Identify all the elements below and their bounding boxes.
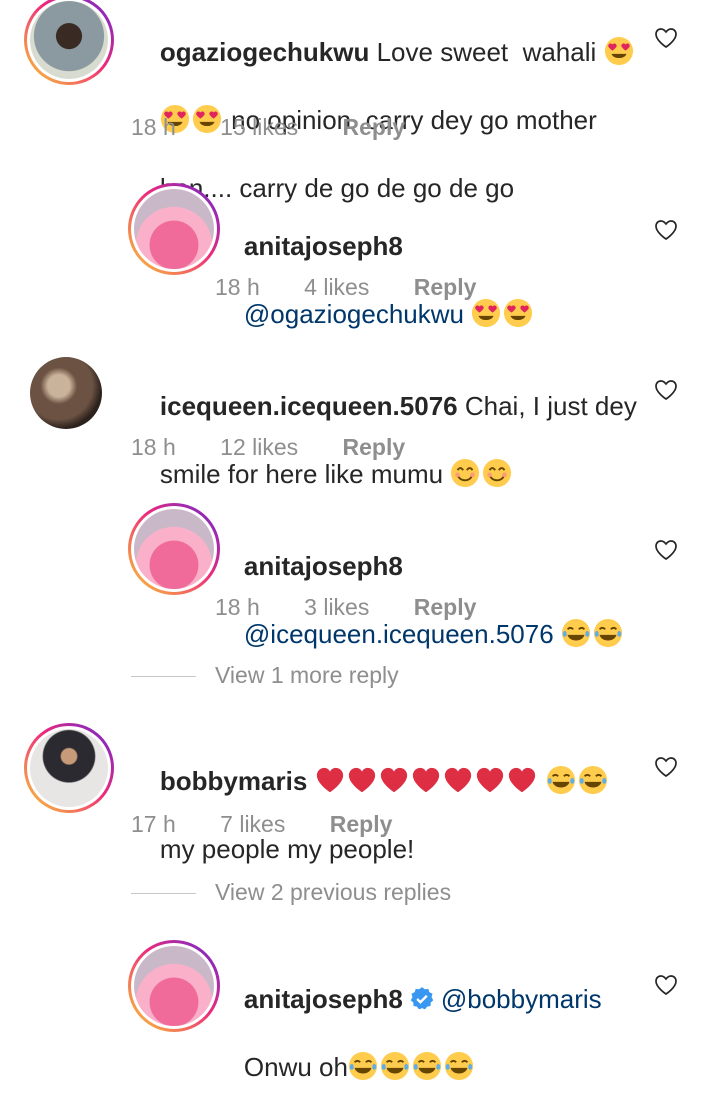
likes-count[interactable]: 15 likes — [220, 114, 298, 140]
heart-eyes-emoji — [471, 298, 501, 328]
reply-button[interactable]: Reply — [414, 594, 477, 620]
avatar[interactable] — [24, 0, 114, 85]
tears-of-joy-emoji — [561, 618, 591, 648]
comment-meta: 18 h 12 likes Reply — [131, 434, 443, 461]
likes-count[interactable]: 3 likes — [304, 594, 369, 620]
mention-link[interactable]: @bobbymaris — [441, 984, 602, 1014]
comment-meta: 18 h 3 likes Reply — [215, 594, 514, 621]
username[interactable]: ogaziogechukwu — [160, 37, 369, 67]
heart-outline-icon[interactable] — [654, 756, 678, 778]
timestamp: 18 h — [131, 114, 176, 140]
red-heart-emoji — [379, 765, 409, 795]
comment-meta: 17 h 7 likes Reply — [131, 811, 430, 838]
likes-count[interactable]: 7 likes — [220, 811, 285, 837]
avatar[interactable] — [128, 503, 220, 595]
avatar[interactable] — [128, 940, 220, 1032]
heart-outline-icon[interactable] — [654, 27, 678, 49]
heart-outline-icon[interactable] — [654, 974, 678, 996]
tears-of-joy-emoji — [578, 765, 608, 795]
tears-of-joy-emoji — [412, 1051, 442, 1081]
avatar[interactable] — [128, 183, 220, 275]
tears-of-joy-emoji — [348, 1051, 378, 1081]
verified-badge-icon — [410, 987, 434, 1010]
red-heart-emoji — [411, 765, 441, 795]
comment-meta: 18 h 4 likes Reply — [215, 274, 514, 301]
tears-of-joy-emoji — [593, 618, 623, 648]
divider-line — [131, 893, 196, 895]
red-heart-emoji — [507, 765, 537, 795]
timestamp: 18 h — [215, 594, 260, 620]
heart-outline-icon[interactable] — [654, 219, 678, 241]
red-heart-emoji — [443, 765, 473, 795]
reply-button[interactable]: Reply — [414, 274, 477, 300]
timestamp: 18 h — [131, 434, 176, 460]
avatar[interactable] — [24, 723, 114, 813]
heart-eyes-emoji — [503, 298, 533, 328]
heart-eyes-emoji — [604, 36, 634, 66]
likes-count[interactable]: 4 likes — [304, 274, 369, 300]
username[interactable]: anitajoseph8 — [244, 231, 403, 261]
timestamp: 18 h — [215, 274, 260, 300]
red-heart-emoji — [315, 765, 345, 795]
username[interactable]: icequeen.icequeen.5076 — [160, 391, 458, 421]
view-previous-replies[interactable]: View 2 previous replies — [131, 879, 451, 906]
red-heart-emoji — [347, 765, 377, 795]
view-more-replies[interactable]: View 1 more reply — [131, 662, 399, 689]
reply-button[interactable]: Reply — [330, 811, 393, 837]
reply-button[interactable]: Reply — [343, 434, 406, 460]
comment-meta: 18 h 15 likes Reply — [131, 114, 443, 141]
tears-of-joy-emoji — [380, 1051, 410, 1081]
comment-text: anitajoseph8 @bobbymaris Onwu oh — [243, 984, 602, 1082]
red-heart-emoji — [475, 765, 505, 795]
username[interactable]: anitajoseph8 — [244, 551, 403, 581]
heart-outline-icon[interactable] — [654, 379, 678, 401]
divider-line — [131, 676, 196, 678]
likes-count[interactable]: 12 likes — [220, 434, 298, 460]
avatar[interactable] — [30, 357, 102, 429]
smiling-emoji — [450, 458, 480, 488]
tears-of-joy-emoji — [546, 765, 576, 795]
smiling-emoji — [482, 458, 512, 488]
reply-button[interactable]: Reply — [343, 114, 406, 140]
username[interactable]: bobbymaris — [160, 766, 307, 796]
tears-of-joy-emoji — [444, 1051, 474, 1081]
heart-outline-icon[interactable] — [654, 539, 678, 561]
username[interactable]: anitajoseph8 — [244, 984, 403, 1014]
mention-link[interactable]: @ogaziogechukwu — [244, 299, 464, 329]
timestamp: 17 h — [131, 811, 176, 837]
mention-link[interactable]: @icequeen.icequeen.5076 — [244, 619, 554, 649]
